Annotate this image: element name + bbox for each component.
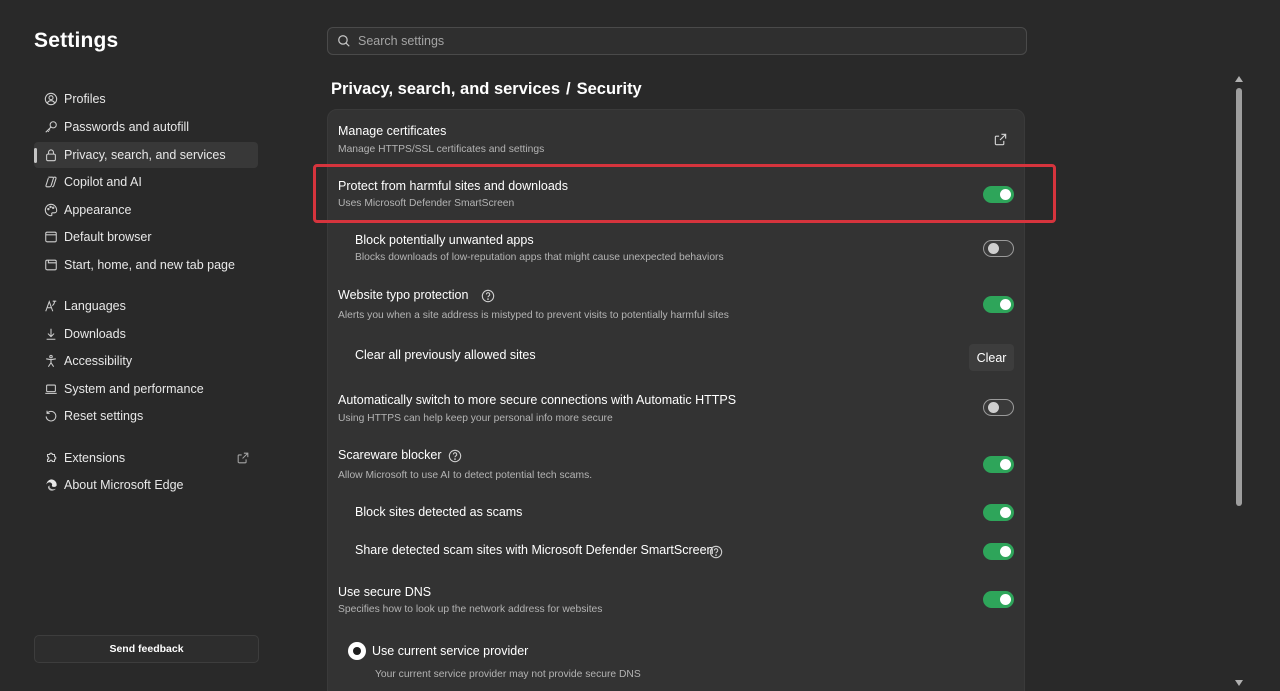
secure-dns-desc: Specifies how to look up the network add… [338,604,603,615]
scrollbar-thumb[interactable] [1236,88,1242,506]
scroll-down-arrow[interactable] [1235,680,1243,686]
download-icon [44,327,58,341]
send-feedback-button[interactable]: Send feedback [34,635,259,663]
clear-button[interactable]: Clear [969,344,1014,371]
toggle-knob [1000,594,1011,605]
sidebar-item-label: Passwords and autofill [64,120,190,134]
scareware-desc: Allow Microsoft to use AI to detect pote… [338,470,593,481]
appearance-icon [44,203,58,217]
breadcrumb: Privacy, search, and services / Security [331,80,642,99]
lock-icon [44,148,58,162]
sidebar-item-languages[interactable]: Languages [34,293,258,319]
toggle-knob [1000,507,1011,518]
auto-https-desc: Using HTTPS can help keep your personal … [338,413,613,424]
block-pua-title: Block potentially unwanted apps [355,233,534,247]
sidebar-item-label: About Microsoft Edge [64,478,184,492]
profile-icon [44,92,58,106]
scroll-up-arrow[interactable] [1235,76,1243,82]
sidebar-item-label: Languages [64,299,126,313]
sidebar-item-label: Copilot and AI [64,175,142,189]
current-provider-radio[interactable] [348,642,366,660]
sidebar: Settings Profiles Passwords and autofill… [0,0,300,691]
toggle-knob [1000,459,1011,470]
sidebar-item-default-browser[interactable]: Default browser [34,224,258,250]
reset-icon [44,409,58,423]
auto-https-title: Automatically switch to more secure conn… [338,393,737,407]
sidebar-item-reset[interactable]: Reset settings [34,403,258,429]
sidebar-item-label: Reset settings [64,409,144,423]
puzzle-icon [44,451,58,465]
breadcrumb-separator: / [566,80,571,98]
sidebar-item-appearance[interactable]: Appearance [34,197,258,223]
sidebar-item-passwords[interactable]: Passwords and autofill [34,114,258,140]
current-provider-desc: Your current service provider may not pr… [375,669,641,680]
secure-dns-toggle[interactable] [983,591,1014,608]
sidebar-item-label: Downloads [64,327,126,341]
search-input[interactable] [358,34,978,48]
manage-certificates-title[interactable]: Manage certificates [338,124,446,138]
sidebar-item-label: Profiles [64,92,106,106]
auto-https-toggle[interactable] [983,399,1014,416]
clear-allowed-title: Clear all previously allowed sites [355,348,536,362]
current-provider-title: Use current service provider [372,644,529,658]
block-scams-toggle[interactable] [983,504,1014,521]
sidebar-item-label: Accessibility [64,354,133,368]
help-icon[interactable] [481,289,495,303]
scareware-toggle[interactable] [983,456,1014,473]
highlight-box [313,164,1056,223]
block-pua-toggle[interactable] [983,240,1014,257]
share-scams-title: Share detected scam sites with Microsoft… [355,543,714,557]
copilot-icon [44,175,58,189]
sidebar-item-start-home[interactable]: Start, home, and new tab page [34,252,258,278]
toggle-knob [988,243,999,254]
secure-dns-title: Use secure DNS [338,585,432,599]
accessibility-icon [44,354,58,368]
breadcrumb-current: Security [576,80,642,98]
sidebar-item-extensions[interactable]: Extensions [34,445,258,471]
typo-protection-title: Website typo protection [338,288,469,302]
sidebar-item-downloads[interactable]: Downloads [34,321,258,347]
search-icon [337,34,351,48]
help-icon[interactable] [448,449,462,463]
sidebar-item-label: System and performance [64,382,204,396]
external-link-icon[interactable] [993,132,1008,147]
sidebar-item-label: Privacy, search, and services [64,148,226,162]
sidebar-item-profiles[interactable]: Profiles [34,86,258,112]
app-title: Settings [34,29,119,52]
sidebar-item-privacy[interactable]: Privacy, search, and services [34,142,258,168]
sidebar-item-label: Extensions [64,451,126,465]
typo-protection-toggle[interactable] [983,296,1014,313]
sidebar-item-label: Appearance [64,203,132,217]
block-scams-title: Block sites detected as scams [355,505,523,519]
toggle-knob [988,402,999,413]
radio-dot [353,647,361,655]
sidebar-item-accessibility[interactable]: Accessibility [34,348,258,374]
block-pua-desc: Blocks downloads of low-reputation apps … [355,252,724,263]
breadcrumb-parent[interactable]: Privacy, search, and services [331,80,560,98]
sidebar-item-label: Start, home, and new tab page [64,258,235,272]
typo-protection-desc: Alerts you when a site address is mistyp… [338,310,729,321]
sidebar-item-about[interactable]: About Microsoft Edge [34,472,258,498]
toggle-knob [1000,299,1011,310]
edge-logo-icon [44,478,58,492]
active-indicator [34,148,37,163]
external-link-icon[interactable] [236,451,250,465]
manage-certificates-desc: Manage HTTPS/SSL certificates and settin… [338,144,545,155]
browser-icon [44,230,58,244]
sidebar-item-copilot[interactable]: Copilot and AI [34,169,258,195]
key-icon [44,120,58,134]
search-box[interactable] [327,27,1027,55]
sidebar-item-system[interactable]: System and performance [34,376,258,402]
laptop-icon [44,382,58,396]
sidebar-item-label: Default browser [64,230,152,244]
home-icon [44,258,58,272]
toggle-knob [1000,546,1011,557]
scareware-title: Scareware blocker [338,448,442,462]
help-icon[interactable] [709,545,723,559]
share-scams-toggle[interactable] [983,543,1014,560]
languages-icon [44,299,58,313]
